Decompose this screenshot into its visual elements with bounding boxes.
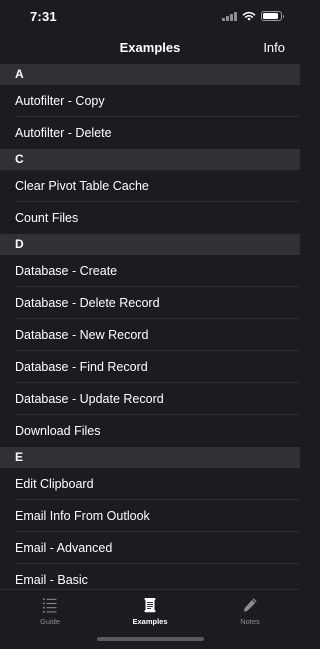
tab-guide-label: Guide [39,617,60,626]
navigation-bar: Examples Info [0,34,300,64]
list-item[interactable]: Autofilter - Copy [0,85,300,117]
list-item[interactable]: Clear Pivot Table Cache [0,170,300,202]
tab-examples[interactable]: Examples [100,594,200,626]
tab-examples-label: Examples [132,617,168,626]
section-header-a: A [0,64,300,85]
screen: 7:31 Examples Info A Autofilter - Copy A… [0,0,300,649]
battery-icon [261,11,284,21]
tab-guide[interactable]: Guide [0,594,100,626]
list-item[interactable]: Download Files [0,415,300,447]
list-item[interactable]: Database - New Record [0,319,300,351]
list-icon [43,598,57,613]
list-item[interactable]: Email Info From Outlook [0,500,300,532]
list-item[interactable]: Database - Update Record [0,383,300,415]
list-item[interactable]: Count Files [0,202,300,234]
cellular-signal-icon [222,11,237,21]
section-header-c: C [0,149,300,170]
info-button[interactable]: Info [263,40,285,55]
status-bar: 7:31 [0,0,300,34]
examples-list[interactable]: A Autofilter - Copy Autofilter - Delete … [0,64,300,589]
list-item[interactable]: Database - Find Record [0,351,300,383]
tab-notes[interactable]: Notes [200,594,300,626]
status-time: 7:31 [30,9,57,24]
section-header-e: E [0,447,300,468]
pencil-icon [243,598,257,612]
list-item[interactable]: Database - Create [0,255,300,287]
list-item[interactable]: Autofilter - Delete [0,117,300,149]
list-item[interactable]: Database - Delete Record [0,287,300,319]
tab-bar: Guide Examples Notes [0,589,300,649]
wifi-icon [242,11,256,21]
status-icons [222,11,284,21]
section-header-d: D [0,234,300,255]
list-item[interactable]: Email - Advanced [0,532,300,564]
page-title: Examples [119,40,181,55]
home-indicator[interactable] [97,637,204,641]
scroll-icon [144,598,156,613]
list-item[interactable]: Edit Clipboard [0,468,300,500]
list-item[interactable]: Email - Basic [0,564,300,589]
tab-notes-label: Notes [240,617,260,626]
